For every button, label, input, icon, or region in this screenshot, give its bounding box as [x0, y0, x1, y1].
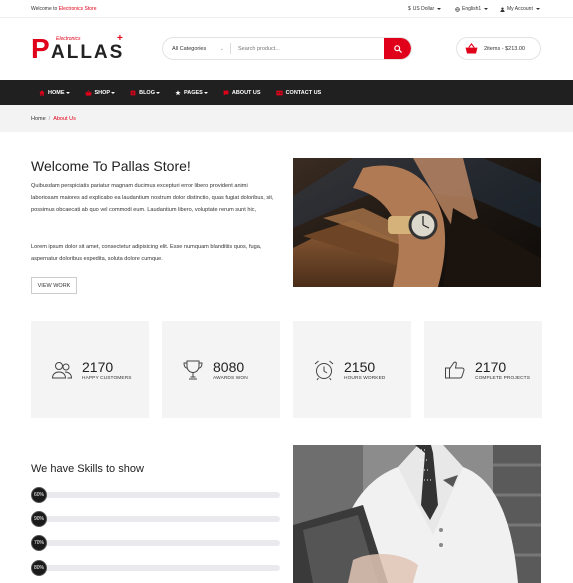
stat-label: AWARDS WON	[213, 376, 248, 381]
shop-icon	[84, 89, 92, 96]
about-image-wristwatch	[293, 158, 541, 287]
skill-percent: 80%	[31, 560, 47, 576]
skill-percent: 60%	[31, 487, 47, 503]
skill-percent: 70%	[31, 535, 47, 551]
nav-item-shop[interactable]: SHOP	[84, 89, 116, 96]
users-icon	[51, 362, 73, 379]
breadcrumb: Home / About Us	[31, 116, 76, 122]
stat-number: 2170	[475, 359, 507, 375]
skill-track	[39, 492, 280, 498]
stat-label: COMPLETE PROJECTS	[475, 376, 531, 381]
view-work-button[interactable]: VIEW WORK	[31, 277, 77, 294]
home-icon	[39, 89, 45, 96]
breadcrumb-home[interactable]: Home	[31, 116, 46, 122]
caret-down-icon	[535, 8, 540, 10]
account-menu[interactable]: My Account	[500, 6, 540, 12]
language-selector[interactable]: English1	[455, 6, 489, 12]
main-navigation: HOME SHOP BLOG PAGES ABOUT US CONTACT US	[0, 80, 573, 105]
stat-label: HOURS WORKED	[344, 376, 386, 381]
nav-item-about-us[interactable]: ABOUT US	[223, 90, 261, 96]
plus-icon: +	[117, 33, 123, 44]
stat-number: 2150	[344, 359, 376, 375]
contact-icon	[275, 90, 283, 96]
user-icon	[500, 7, 505, 12]
welcome-text: Welcome to Electronics Store	[31, 6, 97, 12]
caret-down-icon	[155, 91, 160, 94]
nav-item-blog[interactable]: BLOG	[130, 90, 160, 96]
about-paragraph-1: Quibusdam perspiciatis pariatur magnam d…	[31, 183, 274, 214]
nav-item-contact-us[interactable]: CONTACT US	[275, 90, 321, 96]
chat-icon	[223, 90, 229, 96]
skill-track	[39, 565, 280, 571]
nav-item-pages[interactable]: PAGES	[175, 90, 208, 96]
globe-icon	[455, 6, 460, 12]
skill-bar: 90%	[31, 511, 280, 527]
breadcrumb-bar: Home / About Us	[0, 105, 573, 132]
stat-card: 2150 HOURS WORKED	[293, 321, 411, 418]
shopping-basket-icon	[465, 43, 478, 54]
skills-image-businessman	[293, 445, 541, 583]
cart-button[interactable]: 2items - $213.00	[456, 37, 541, 60]
skills-title: We have Skills to show	[31, 463, 144, 475]
search-button[interactable]	[384, 38, 411, 59]
currency-selector[interactable]: $ US Dollar	[408, 6, 442, 12]
skill-bar: 80%	[31, 560, 280, 576]
stat-card: 2170 HAPPY CUSTOMERS	[31, 321, 149, 418]
chevron-down-icon: ⌄	[219, 45, 224, 52]
caret-down-icon	[111, 91, 116, 94]
skill-bar: 70%	[31, 535, 280, 551]
skill-percent: 90%	[31, 511, 47, 527]
search-input[interactable]	[231, 45, 384, 52]
dollar-icon: $	[408, 6, 411, 12]
alarm-clock-icon	[314, 360, 334, 381]
star-icon	[175, 89, 181, 96]
search-icon	[393, 44, 402, 53]
stat-card: 8080 AWARDS WON	[162, 321, 280, 418]
search-bar: All Categories ⌄	[162, 37, 412, 60]
nav-item-home[interactable]: HOME	[39, 90, 70, 96]
skill-track	[39, 516, 280, 522]
skill-track	[39, 540, 280, 546]
caret-down-icon	[65, 91, 70, 94]
category-select[interactable]: All Categories ⌄	[163, 43, 231, 54]
breadcrumb-current: About Us	[53, 116, 76, 122]
stat-number: 8080	[213, 359, 245, 375]
thumbs-up-icon	[445, 361, 465, 379]
stat-number: 2170	[82, 359, 114, 375]
site-logo[interactable]: P Electronics ALLAS +	[31, 33, 126, 64]
stat-card: 2170 COMPLETE PROJECTS	[424, 321, 542, 418]
about-paragraph-2: Lorem ipsum dolor sit amet, consectetur …	[31, 244, 262, 263]
cart-summary: 2items - $213.00	[484, 45, 525, 52]
trophy-icon	[183, 360, 203, 380]
caret-down-icon	[437, 8, 442, 10]
caret-down-icon	[203, 91, 208, 94]
page-title: Welcome To Pallas Store!	[31, 158, 191, 174]
top-bar: Welcome to Electronics Store $ US Dollar…	[0, 0, 573, 18]
stat-label: HAPPY CUSTOMERS	[82, 376, 132, 381]
skill-bar: 60%	[31, 487, 280, 503]
blog-icon	[130, 90, 136, 96]
caret-down-icon	[484, 8, 489, 10]
store-name: Electronics Store	[58, 6, 97, 12]
